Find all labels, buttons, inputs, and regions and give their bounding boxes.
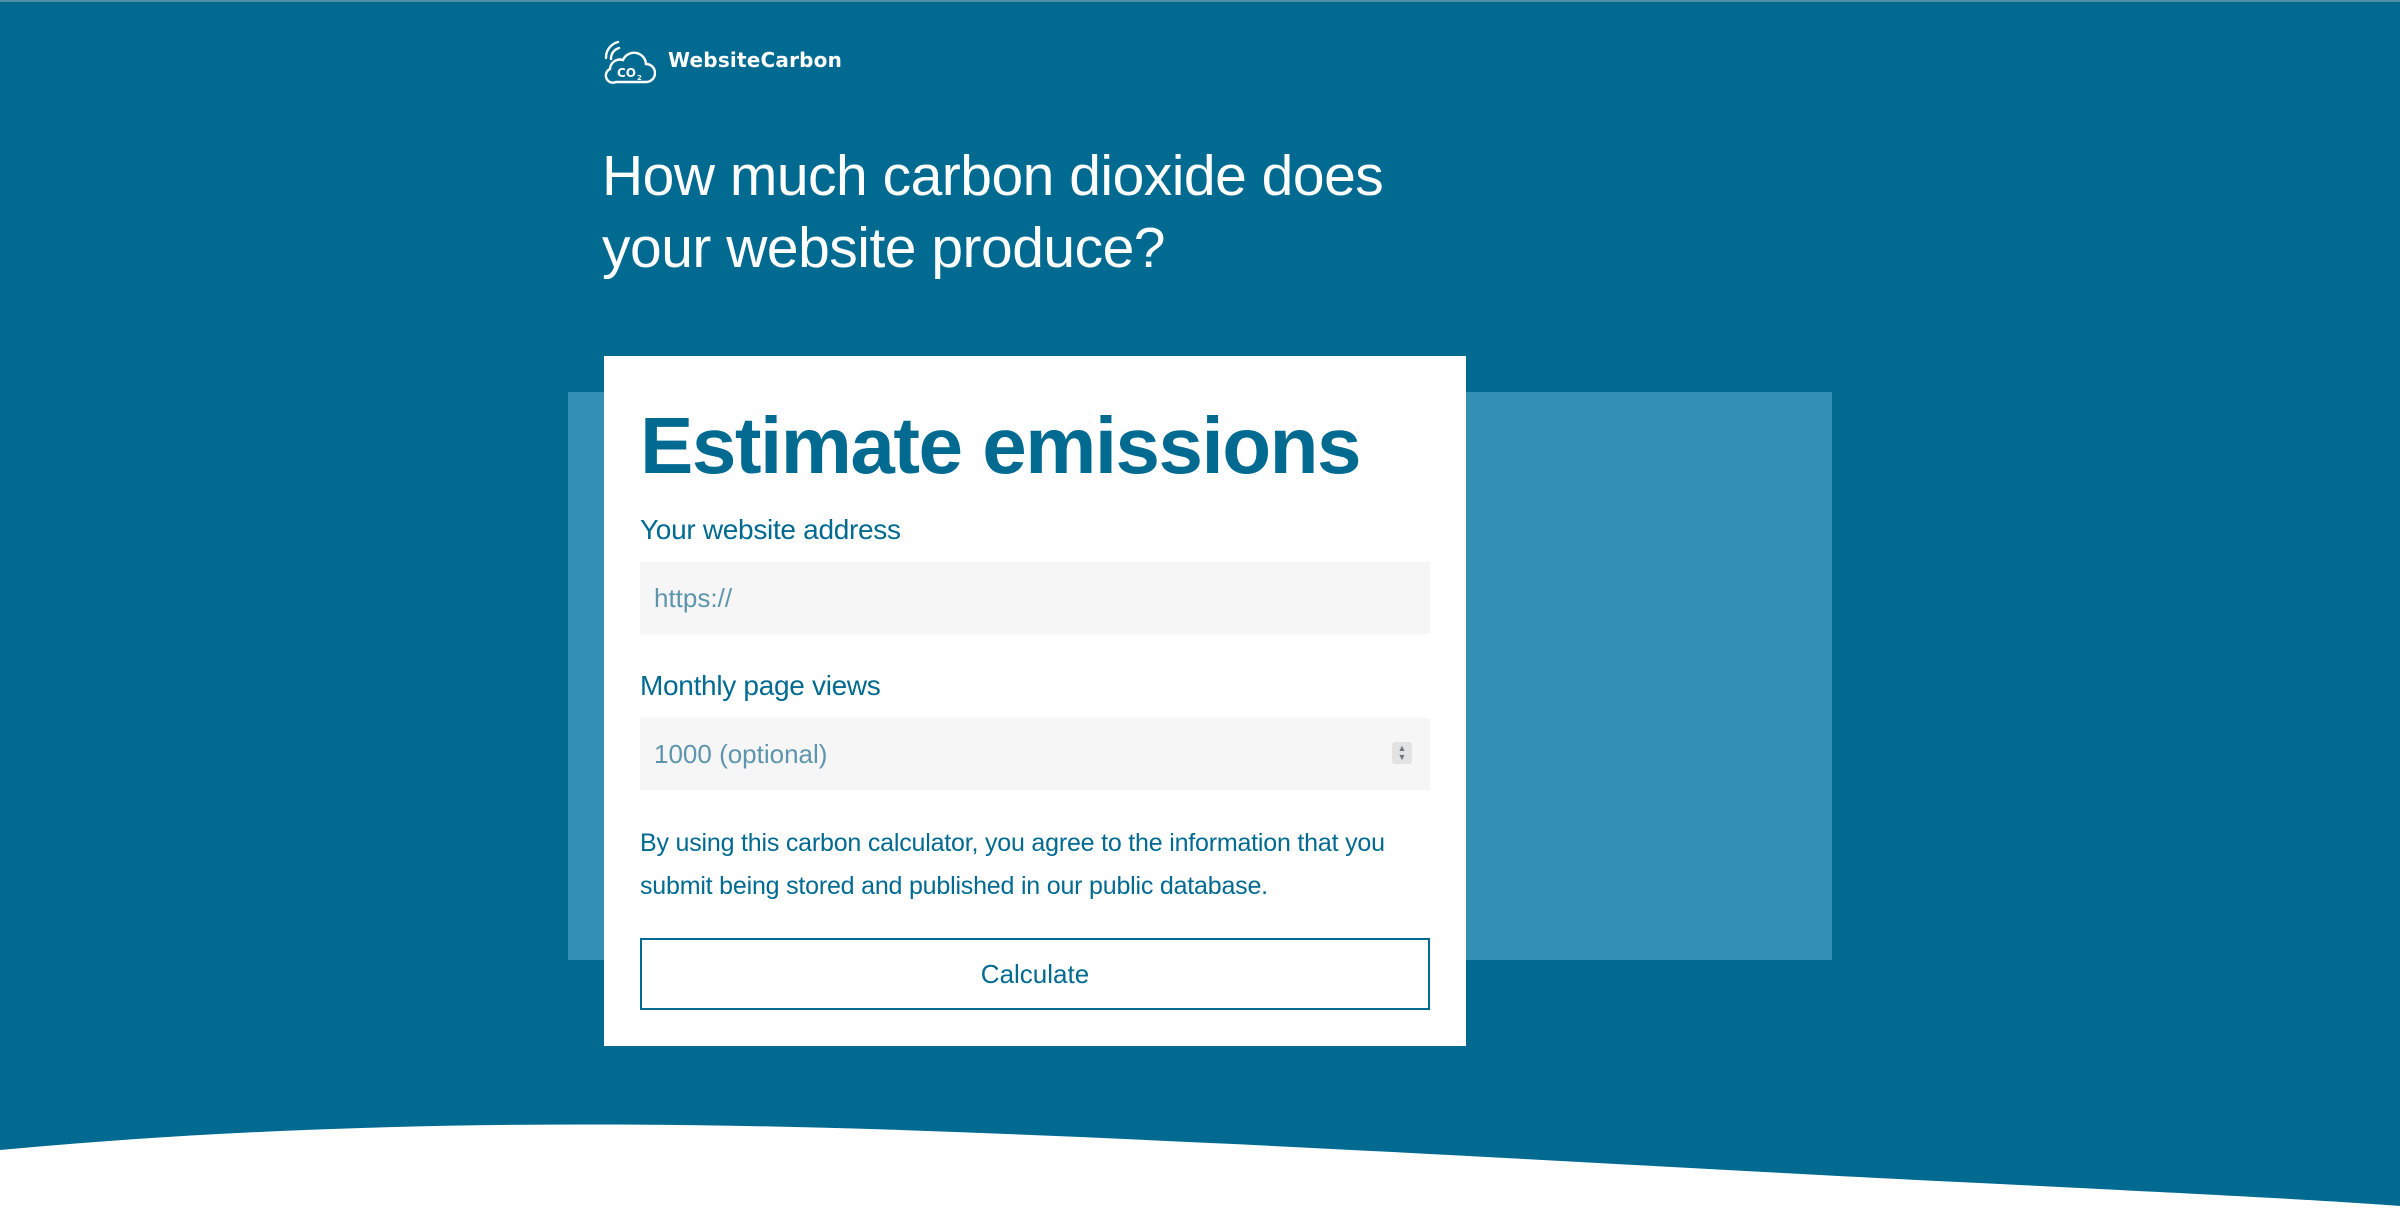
svg-text:CO: CO bbox=[617, 66, 636, 80]
svg-text:2: 2 bbox=[637, 74, 642, 82]
page-views-label: Monthly page views bbox=[640, 670, 881, 701]
website-address-label: Your website address bbox=[640, 514, 901, 545]
estimate-form: Estimate emissions Your website address … bbox=[604, 356, 1466, 1046]
logo-text: WebsiteCarbon bbox=[668, 48, 843, 72]
top-border bbox=[0, 0, 2400, 2]
website-address-input[interactable] bbox=[640, 562, 1430, 634]
consent-text: By using this carbon calculator, you agr… bbox=[640, 829, 1385, 900]
page-views-input[interactable] bbox=[640, 718, 1430, 790]
wave-divider bbox=[0, 1124, 2400, 1214]
calculate-button[interactable]: Calculate bbox=[640, 938, 1430, 1010]
site-logo[interactable]: CO 2 WebsiteCarbon bbox=[602, 36, 842, 84]
hero-title: How much carbon dioxide does your websit… bbox=[602, 144, 1384, 280]
number-stepper-icon[interactable]: ▲ ▼ bbox=[1392, 742, 1412, 764]
co2-cloud-icon: CO 2 bbox=[602, 36, 656, 84]
form-title: Estimate emissions bbox=[640, 401, 1362, 490]
